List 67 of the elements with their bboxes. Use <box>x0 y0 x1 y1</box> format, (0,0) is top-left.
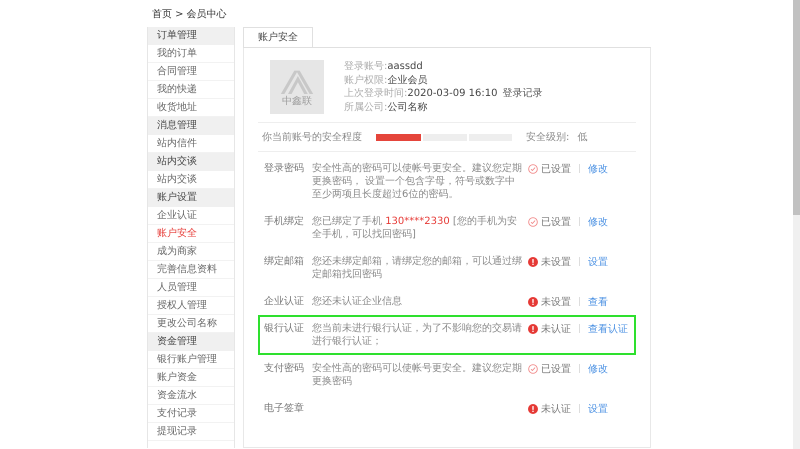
status-text: 已设置 <box>541 362 571 376</box>
item-name: 企业认证 <box>264 295 305 308</box>
item-name: 电子签章 <box>264 402 305 415</box>
item-name: 登录密码 <box>264 162 305 175</box>
action-link[interactable]: 设置 <box>588 402 608 416</box>
sidebar-group-header: 订单管理 <box>148 27 234 45</box>
sidebar-item[interactable]: 银行账户管理 <box>148 351 234 369</box>
sidebar-item[interactable]: 更改公司名称 <box>148 315 234 333</box>
sidebar-item[interactable]: 我的快递 <box>148 81 234 99</box>
sidebar-item[interactable]: 站内信件 <box>148 135 234 153</box>
status-text: 已设置 <box>541 216 571 228</box>
tab[interactable]: 账户安全 <box>243 27 313 47</box>
security-level-value: 低 <box>577 131 588 144</box>
status-text: 未设置 <box>541 296 571 308</box>
logo-text: 中鑫联 <box>282 96 312 107</box>
action-link[interactable]: 修改 <box>588 214 608 228</box>
item-name: 手机绑定 <box>264 215 305 228</box>
sidebar-item[interactable]: 支付记录 <box>148 405 234 423</box>
field-label: 登录账号: <box>344 61 388 72</box>
status-text: 未认证 <box>541 322 571 336</box>
sidebar-item[interactable]: 合同管理 <box>148 63 234 81</box>
action-link[interactable]: 修改 <box>588 362 608 376</box>
breadcrumb: 首页 > 会员中心 <box>151 8 228 22</box>
sidebar-item[interactable]: 人员管理 <box>148 279 234 297</box>
action-link[interactable]: 查看认证 <box>588 322 628 336</box>
item-description: 安全性高的密码可以使帐号更安全。建议您定期更换密码， 设置一个包含字母，符号或数字中至少两项且长度超过6位的密码。 <box>312 162 523 201</box>
scrollbar-thumb[interactable] <box>793 0 800 215</box>
sidebar-item[interactable]: 站内交谈 <box>148 171 234 189</box>
field-label: 所属公司: <box>344 102 388 112</box>
sidebar-group-header: 账户设置 <box>148 189 234 207</box>
field-value: 2020-03-09 16:10 <box>407 88 498 99</box>
sidebar-group-header: 站内交谈 <box>148 153 234 171</box>
item-description: 您还未认证企业信息 <box>312 295 403 308</box>
field-value: aassdd <box>387 61 423 72</box>
login-history-link[interactable]: 登录记录 <box>502 88 542 99</box>
field-value: 公司名称 <box>387 102 428 112</box>
action-link[interactable]: 修改 <box>588 162 608 176</box>
field-value: 企业会员 <box>387 74 428 86</box>
scrollbar[interactable] <box>793 0 800 449</box>
status-text: 未设置 <box>541 256 571 268</box>
field-label: 账户权限: <box>344 74 388 86</box>
item-name: 绑定邮箱 <box>264 255 305 268</box>
item-name: 银行认证 <box>264 322 305 335</box>
security-label: 你当前账号的安全程度 <box>262 130 363 144</box>
sidebar-item[interactable]: 账户安全 <box>148 225 234 243</box>
item-name: 支付密码 <box>264 362 305 375</box>
item-description: 您还未绑定邮箱，请绑定您的邮箱，可以通过绑定邮箱找回密码 <box>312 255 523 281</box>
item-description: 您已绑定了手机 130****2330 [您的手机为安全手机，可以找回密码] <box>312 215 518 241</box>
sidebar-group-header: 资金管理 <box>148 333 234 351</box>
action-link[interactable]: 查看 <box>588 294 608 308</box>
sidebar-item[interactable]: 成为商家 <box>148 243 234 261</box>
sidebar-group-header: 消息管理 <box>148 117 234 135</box>
status-text: 未认证 <box>541 402 571 416</box>
sidebar-item[interactable]: 账户资金 <box>148 369 234 387</box>
field-label: 上次登录时间: <box>344 88 408 99</box>
sidebar-item[interactable]: 完善信息资料 <box>148 261 234 279</box>
status-text: 已设置 <box>541 162 571 176</box>
item-description: 您当前未进行银行认证，为了不影响您的交易请进行银行认证； <box>312 322 523 348</box>
sidebar-item[interactable]: 资金流水 <box>148 387 234 405</box>
sidebar-item[interactable]: 提现记录 <box>148 423 234 441</box>
sidebar-item[interactable]: 收货地址 <box>148 99 234 117</box>
sidebar-item[interactable]: 企业认证 <box>148 207 234 225</box>
sidebar-item[interactable]: 授权人管理 <box>148 297 234 315</box>
security-level-label: 安全级别: <box>526 130 570 144</box>
action-link[interactable]: 设置 <box>588 254 608 268</box>
item-description: 安全性高的密码可以使帐号更安全。建议您定期更换密码 <box>312 362 523 388</box>
sidebar-item[interactable]: 我的订单 <box>148 45 234 63</box>
